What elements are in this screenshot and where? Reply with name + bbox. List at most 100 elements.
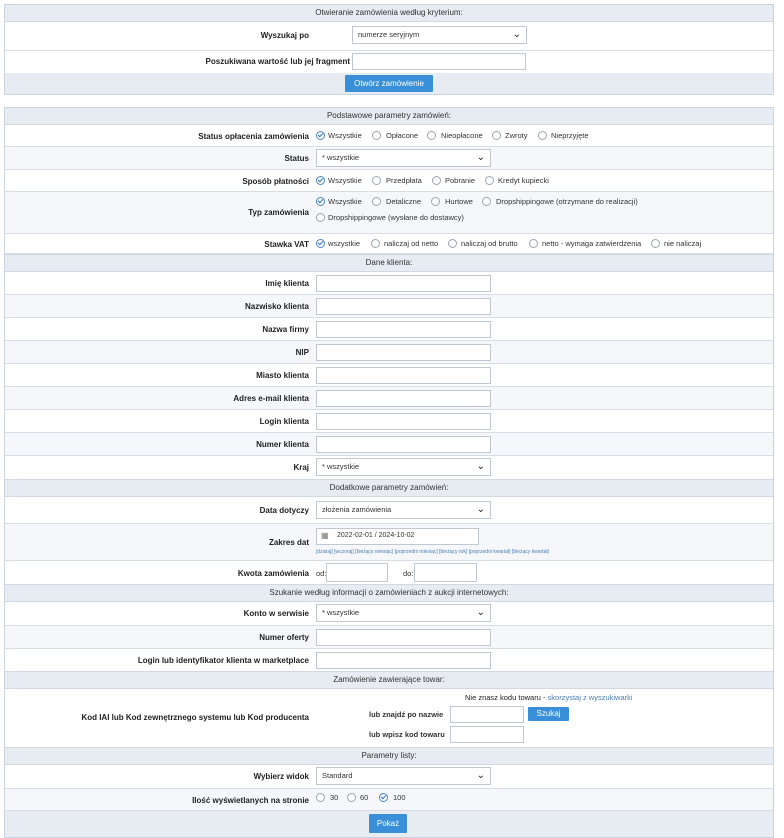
payment-method-row: Sposób płatności Wszystkie Przedpłata Po…: [5, 170, 773, 192]
chevron-down-icon: ⌄: [476, 607, 485, 618]
payment-method-radio-all[interactable]: [316, 176, 325, 185]
quick-range-previous-quarter[interactable]: [poprzedni kwartał]: [469, 549, 511, 555]
view-label: Wybierz widok: [253, 772, 309, 781]
client-field-row: Miasto klienta: [5, 364, 773, 387]
email-label: Adres e-mail klienta: [233, 394, 309, 403]
first-name-input[interactable]: [316, 275, 491, 292]
payment-status-radio-rejected[interactable]: [538, 131, 547, 140]
view-select[interactable]: Standard ⌄: [316, 767, 491, 785]
account-select[interactable]: * wszystkie ⌄: [316, 604, 491, 622]
country-value: * wszystkie: [322, 462, 360, 471]
quick-range-current-month[interactable]: [bieżący miesiąc]: [355, 549, 393, 555]
email-input[interactable]: [316, 390, 491, 407]
quick-range-current-year[interactable]: [bieżący rok]: [439, 549, 467, 555]
payment-status-radio-all[interactable]: [316, 131, 325, 140]
payment-method-option: Pobranie: [445, 176, 476, 185]
order-type-radio-all[interactable]: [316, 197, 325, 206]
chevron-down-icon: ⌄: [512, 29, 521, 40]
client-number-input[interactable]: [316, 436, 491, 453]
payment-status-label: Status opłacenia zamówienia: [198, 132, 309, 141]
marketplace-login-row: Login lub identyfikator klienta w market…: [5, 649, 773, 672]
search-by-select[interactable]: numerze seryjnym ⌄: [352, 26, 527, 44]
order-type-radio-wholesale[interactable]: [431, 197, 440, 206]
date-range-input[interactable]: ▦ 2022-02-01 / 2024-10-02: [316, 528, 479, 545]
amount-from-input[interactable]: [326, 563, 388, 582]
amount-from-label: od:: [316, 569, 327, 578]
city-input[interactable]: [316, 367, 491, 384]
quick-range-previous-month[interactable]: [poprzedni miesiąc]: [395, 549, 438, 555]
status-value: * wszystkie: [322, 153, 360, 162]
per-page-radio-30[interactable]: [316, 793, 325, 802]
order-type-radio-retail[interactable]: [372, 197, 381, 206]
search-value-row: Poszukiwana wartość lub jej fragment: [5, 51, 773, 74]
company-name-label: Nazwa firmy: [262, 325, 309, 334]
company-name-input[interactable]: [316, 321, 491, 338]
per-page-radio-100[interactable]: [379, 793, 388, 802]
quick-range-current-quarter[interactable]: [bieżący kwartał]: [512, 549, 549, 555]
status-select[interactable]: * wszystkie ⌄: [316, 149, 491, 167]
payment-status-option: Zwroty: [505, 131, 528, 140]
date-concerns-select[interactable]: złożenia zamówienia ⌄: [316, 501, 491, 519]
vat-radio-all[interactable]: [316, 239, 325, 248]
chevron-down-icon: ⌄: [476, 770, 485, 781]
find-by-name-input[interactable]: [450, 706, 524, 723]
additional-params-header: Dodatkowe parametry zamówień:: [5, 479, 773, 497]
marketplace-login-input[interactable]: [316, 652, 491, 669]
payment-status-option: Opłacone: [386, 131, 419, 140]
view-value: Standard: [322, 771, 353, 780]
product-search-link[interactable]: skorzystaj z wyszukiwarki: [548, 693, 633, 702]
offer-number-input[interactable]: [316, 629, 491, 646]
order-type-label: Typ zamówienia: [248, 208, 309, 217]
date-range-row: Zakres dat ▦ 2022-02-01 / 2024-10-02 [dz…: [5, 524, 773, 561]
vat-row: Stawka VAT wszystkie naliczaj od netto n…: [5, 234, 773, 254]
status-label: Status: [284, 154, 309, 163]
chevron-down-icon: ⌄: [476, 152, 485, 163]
search-product-button[interactable]: Szukaj: [528, 707, 569, 721]
order-type-radio-dropship-sent[interactable]: [316, 213, 325, 222]
search-panel: Podstawowe parametry zamówień: Status op…: [4, 107, 774, 838]
show-button[interactable]: Pokaż: [369, 814, 407, 833]
login-label: Login klienta: [259, 417, 309, 426]
payment-method-radio-credit[interactable]: [485, 176, 494, 185]
search-by-label: Wyszukaj po: [260, 31, 309, 40]
vat-radio-none[interactable]: [651, 239, 660, 248]
payment-method-option: Wszystkie: [328, 176, 362, 185]
payment-method-option: Kredyt kupiecki: [498, 176, 549, 185]
list-params-header: Parametry listy:: [5, 747, 773, 765]
last-name-input[interactable]: [316, 298, 491, 315]
order-type-radio-dropship-received[interactable]: [482, 197, 491, 206]
open-order-button[interactable]: Otwórz zamówienie: [345, 75, 433, 92]
amount-label: Kwota zamówienia: [237, 569, 309, 578]
search-by-value: numerze seryjnym: [358, 30, 420, 39]
quick-range-yesterday[interactable]: [wczoraj]: [334, 549, 354, 555]
chevron-down-icon: ⌄: [476, 461, 485, 472]
product-code-input[interactable]: [450, 726, 524, 743]
country-select[interactable]: * wszystkie ⌄: [316, 458, 491, 476]
payment-status-option: Wszystkie: [328, 131, 362, 140]
city-label: Miasto klienta: [256, 371, 309, 380]
client-field-row: Adres e-mail klienta: [5, 387, 773, 410]
login-input[interactable]: [316, 413, 491, 430]
payment-method-radio-prepaid[interactable]: [372, 176, 381, 185]
vat-radio-net[interactable]: [371, 239, 380, 248]
amount-to-input[interactable]: [414, 563, 477, 582]
vat-radio-gross[interactable]: [448, 239, 457, 248]
marketplace-login-label: Login lub identyfikator klienta w market…: [137, 656, 309, 665]
payment-status-radio-unpaid[interactable]: [427, 131, 436, 140]
client-field-row: NIP: [5, 341, 773, 364]
order-type-option: Wszystkie: [328, 197, 362, 206]
search-value-input[interactable]: [352, 53, 526, 70]
nip-input[interactable]: [316, 344, 491, 361]
vat-option: nie naliczaj: [664, 239, 702, 248]
quick-range-today[interactable]: [dzisiaj]: [316, 549, 333, 555]
vat-radio-net-approval[interactable]: [529, 239, 538, 248]
order-type-option: Hurtowe: [445, 197, 473, 206]
payment-method-option: Przedpłata: [386, 176, 422, 185]
payment-status-radio-paid[interactable]: [372, 131, 381, 140]
payment-status-option: Nieprzyjęte: [551, 131, 589, 140]
client-field-row: Nazwisko klienta: [5, 295, 773, 318]
account-value: * wszystkie: [322, 608, 360, 617]
payment-status-radio-returns[interactable]: [492, 131, 501, 140]
payment-method-radio-cod[interactable]: [432, 176, 441, 185]
per-page-radio-60[interactable]: [347, 793, 356, 802]
